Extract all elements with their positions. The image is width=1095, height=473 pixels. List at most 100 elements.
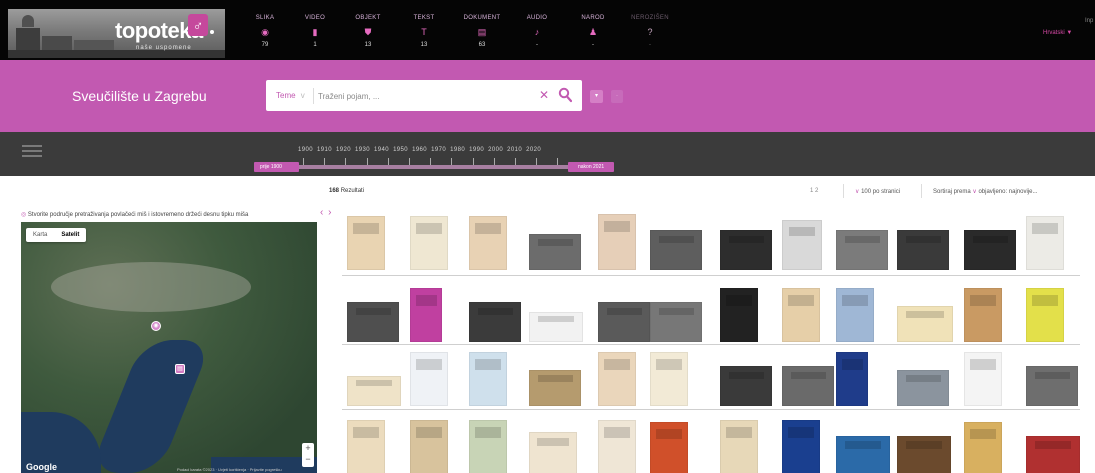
- result-thumbnail-photo-bw[interactable]: [650, 302, 702, 342]
- thumbnail-detail: [416, 223, 442, 234]
- thumbnail-detail: [905, 235, 941, 244]
- category-count: 1: [313, 42, 317, 48]
- thumbnail-detail: [788, 226, 816, 237]
- result-thumbnail-document-page[interactable]: [650, 352, 688, 406]
- category-nerozišen[interactable]: NEROZIŠEN? -: [625, 15, 675, 48]
- menu-hamburger-icon[interactable]: [22, 145, 42, 157]
- thumbnail-detail: [841, 359, 863, 370]
- per-page-dropdown[interactable]: ∨ 100 po stranici: [855, 188, 900, 195]
- result-thumbnail-photo-bw[interactable]: [964, 230, 1016, 270]
- result-thumbnail-document-page[interactable]: [1026, 216, 1064, 270]
- result-thumbnail-document-page[interactable]: [347, 420, 385, 473]
- result-thumbnail-photo-bw[interactable]: [836, 230, 888, 270]
- result-thumbnail-newspaper[interactable]: [782, 220, 822, 270]
- result-thumbnail-document-page[interactable]: [347, 216, 385, 270]
- result-thumbnail-handwriting[interactable]: [347, 376, 401, 406]
- result-thumbnail-book-cover[interactable]: [410, 288, 442, 342]
- result-thumbnail-document-page[interactable]: [410, 216, 448, 270]
- category-audio[interactable]: AUDIO ♪ -: [512, 15, 562, 48]
- row-divider: [342, 275, 1080, 276]
- search-icon[interactable]: [558, 87, 572, 103]
- language-selector[interactable]: Hrvatski ▼: [1043, 30, 1072, 36]
- zoom-out-button[interactable]: −: [302, 454, 314, 465]
- result-thumbnail-portrait-drawing[interactable]: [598, 214, 636, 270]
- result-thumbnail-photo-bw[interactable]: [1026, 366, 1078, 406]
- result-thumbnail-object[interactable]: [650, 422, 688, 473]
- search-input[interactable]: [318, 87, 528, 105]
- result-thumbnail-document-page[interactable]: [410, 420, 448, 473]
- result-thumbnail-document-page[interactable]: [720, 420, 758, 473]
- thumbnail-detail: [656, 429, 682, 439]
- advanced-search-button[interactable]: ▾: [590, 90, 603, 103]
- map-copyright[interactable]: Podaci karata ©2023 · Uvjeti korištenja …: [177, 467, 282, 472]
- result-thumbnail-photo-building[interactable]: [529, 234, 581, 270]
- result-thumbnail-photo-bw[interactable]: [720, 366, 772, 406]
- result-thumbnail-poster[interactable]: [782, 420, 820, 473]
- result-thumbnail-photo-bw[interactable]: [347, 302, 399, 342]
- result-thumbnail-document-page[interactable]: [469, 420, 507, 473]
- map-toggle-button[interactable]: ‹ ›: [320, 207, 332, 218]
- result-thumbnail-photo-bw[interactable]: [897, 230, 949, 270]
- category-video[interactable]: VIDEO ▮ 1: [290, 15, 340, 48]
- timeline-start-handle[interactable]: prije 1900: [254, 162, 299, 172]
- zoom-in-button[interactable]: +: [302, 443, 314, 454]
- map-marker-icon[interactable]: ▤: [175, 364, 185, 374]
- result-thumbnail-document-page[interactable]: [598, 420, 636, 473]
- sort-dropdown[interactable]: Sortiraj prema ∨ objavljeno: najnovije..…: [933, 188, 1037, 195]
- result-thumbnail-poster[interactable]: [720, 288, 758, 342]
- timeline-slider-track[interactable]: [289, 165, 572, 169]
- login-link[interactable]: Inp: [1085, 18, 1093, 24]
- result-thumbnail-photo-building[interactable]: [529, 370, 581, 406]
- clear-search-icon[interactable]: ✕: [539, 88, 549, 102]
- result-thumbnail-photo-color[interactable]: [897, 436, 951, 473]
- topoteka-title[interactable]: Sveučilište u Zagrebu: [72, 88, 207, 104]
- result-thumbnail-document-page[interactable]: [964, 288, 1002, 342]
- category-dokument[interactable]: DOKUMENT ▤ 63: [457, 15, 507, 48]
- audio-icon: ♪: [534, 27, 540, 37]
- map-marker-icon[interactable]: ◉: [151, 321, 161, 331]
- result-thumbnail-document-page[interactable]: [469, 352, 507, 406]
- map-type-satellite[interactable]: Satelit: [54, 228, 86, 242]
- satellite-map[interactable]: Karta Satelit ◉ ▤ + − Google Podaci kara…: [21, 222, 317, 473]
- thumbnail-detail: [972, 235, 1008, 244]
- row-divider: [342, 409, 1080, 410]
- thumbnail-detail: [604, 427, 630, 438]
- result-thumbnail-postcard[interactable]: [897, 306, 953, 342]
- result-thumbnail-poster[interactable]: [1026, 288, 1064, 342]
- result-thumbnail-document-page[interactable]: [964, 352, 1002, 406]
- category-narod[interactable]: NAROD ♟ -: [568, 15, 618, 48]
- result-thumbnail-logo-card[interactable]: [529, 312, 583, 342]
- result-thumbnail-photo-bw[interactable]: [650, 230, 702, 270]
- category-slika[interactable]: SLIKA ◉ 79: [240, 15, 290, 48]
- pagination[interactable]: 1 2: [810, 188, 818, 194]
- result-thumbnail-document-page[interactable]: [782, 288, 820, 342]
- result-thumbnail-object[interactable]: [964, 422, 1002, 473]
- extra-options-button[interactable]: ·: [611, 90, 623, 103]
- result-thumbnail-photo-bw[interactable]: [469, 302, 521, 342]
- result-thumbnail-document-page[interactable]: [836, 288, 874, 342]
- result-thumbnail-document-page[interactable]: [598, 352, 636, 406]
- result-thumbnail-book-cover[interactable]: [836, 352, 868, 406]
- category-label: VIDEO: [304, 15, 326, 21]
- result-thumbnail-certificate[interactable]: [529, 432, 577, 473]
- result-thumbnail-photo-bw[interactable]: [598, 302, 650, 342]
- search-box: Teme v ✕: [266, 80, 582, 111]
- result-thumbnail-photo-bw[interactable]: [782, 366, 834, 406]
- timeline-end-handle[interactable]: nakon 2021: [568, 162, 614, 172]
- result-thumbnail-photo-bw[interactable]: [720, 230, 772, 270]
- category-count: -: [592, 42, 594, 48]
- category-objekt[interactable]: OBJEKT ⛊ 13: [343, 15, 393, 48]
- thumbnail-detail: [475, 427, 501, 438]
- thumbnail-detail: [658, 235, 694, 244]
- thumbnail-detail: [656, 359, 682, 370]
- result-thumbnail-document-page[interactable]: [469, 216, 507, 270]
- map-type-map[interactable]: Karta: [26, 228, 54, 242]
- result-thumbnail-photo-color[interactable]: [1026, 436, 1080, 473]
- divider: [921, 184, 922, 198]
- thumbnail-detail: [475, 359, 501, 370]
- result-thumbnail-photo-building[interactable]: [897, 370, 949, 406]
- category-tekst[interactable]: TEKST T 13: [399, 15, 449, 48]
- result-thumbnail-photo-color[interactable]: [836, 436, 890, 473]
- search-scope-dropdown[interactable]: Teme v: [276, 91, 305, 100]
- result-thumbnail-document-page[interactable]: [410, 352, 448, 406]
